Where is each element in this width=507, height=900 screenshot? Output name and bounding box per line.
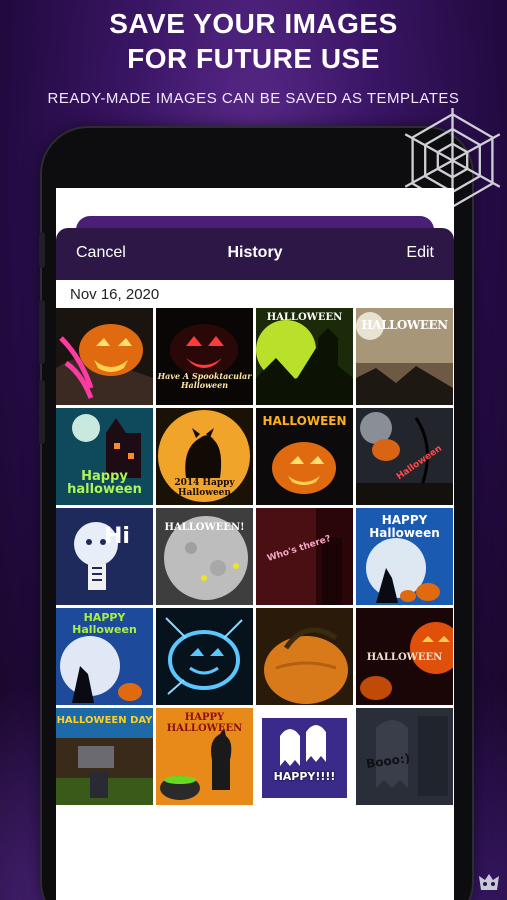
history-sheet: Cancel History Edit Nov 16, 2020 Have A …: [56, 228, 454, 900]
history-thumbnail[interactable]: HALLOWEEN!: [156, 508, 253, 605]
history-thumbnail[interactable]: HALLOWEEN DAY: [56, 708, 153, 805]
promo-title-line1: SAVE YOUR IMAGES: [109, 8, 398, 39]
history-thumbnail[interactable]: HAPPY Halloween: [356, 508, 453, 605]
history-thumbnail[interactable]: HAPPY HALLOWEEN: [156, 708, 253, 805]
phone-side-button: [39, 380, 45, 444]
promo-title-line2: FOR FUTURE USE: [127, 43, 380, 74]
thumbnail-image: [256, 608, 353, 705]
history-thumbnail[interactable]: HALLOWEEN: [256, 408, 353, 505]
history-grid: Have A Spooktacular Halloween HALLOWEEN: [56, 308, 454, 805]
history-thumbnail[interactable]: Hi: [56, 508, 153, 605]
edit-button[interactable]: Edit: [406, 244, 434, 262]
thumbnail-image: [156, 308, 253, 405]
app-screen: Cancel History Edit Nov 16, 2020 Have A …: [56, 188, 454, 900]
thumbnail-image: [356, 608, 453, 705]
app-logo-icon: [479, 874, 499, 890]
thumbnail-image: [56, 608, 153, 705]
history-thumbnail[interactable]: HAPPY Halloween: [56, 608, 153, 705]
nav-title: History: [227, 244, 283, 261]
section-date: Nov 16, 2020: [70, 286, 160, 303]
thumbnail-image: [356, 708, 453, 805]
phone-side-button: [39, 300, 45, 364]
navigation-bar: Cancel History Edit: [56, 228, 454, 280]
thumbnail-image: [356, 508, 453, 605]
thumbnail-image: [256, 508, 353, 605]
history-thumbnail[interactable]: HALLOWEEN: [356, 308, 453, 405]
thumbnail-image: [56, 708, 153, 805]
thumbnail-image: [156, 708, 253, 805]
thumbnail-image: [156, 508, 253, 605]
thumbnail-image: [56, 408, 153, 505]
history-thumbnail[interactable]: Happy halloween: [56, 408, 153, 505]
history-thumbnail[interactable]: [256, 608, 353, 705]
thumbnail-image: [156, 608, 253, 705]
history-thumbnail[interactable]: [56, 308, 153, 405]
history-thumbnail[interactable]: HALLOWEEN: [356, 608, 453, 705]
history-thumbnail[interactable]: Halloween: [356, 408, 453, 505]
history-thumbnail[interactable]: Have A Spooktacular Halloween: [156, 308, 253, 405]
history-thumbnail[interactable]: Who's there?: [256, 508, 353, 605]
thumbnail-image: [356, 308, 453, 405]
promo-subtitle: READY-MADE IMAGES CAN BE SAVED AS TEMPLA…: [47, 90, 460, 107]
history-thumbnail[interactable]: 2014 Happy Halloween: [156, 408, 253, 505]
promo-title: SAVE YOUR IMAGES FOR FUTURE USE: [0, 6, 507, 76]
history-thumbnail[interactable]: Booo:): [356, 708, 453, 805]
thumbnail-image: [356, 408, 453, 505]
history-thumbnail[interactable]: [156, 608, 253, 705]
thumbnail-image: [156, 408, 253, 505]
thumbnail-image: [256, 308, 353, 405]
phone-side-button: [39, 232, 45, 268]
thumbnail-image: [56, 308, 153, 405]
thumbnail-image: [256, 408, 353, 505]
thumbnail-image: [256, 708, 353, 805]
history-thumbnail[interactable]: HAPPY!!!!: [256, 708, 353, 805]
history-thumbnail[interactable]: HALLOWEEN: [256, 308, 353, 405]
thumbnail-image: [56, 508, 153, 605]
